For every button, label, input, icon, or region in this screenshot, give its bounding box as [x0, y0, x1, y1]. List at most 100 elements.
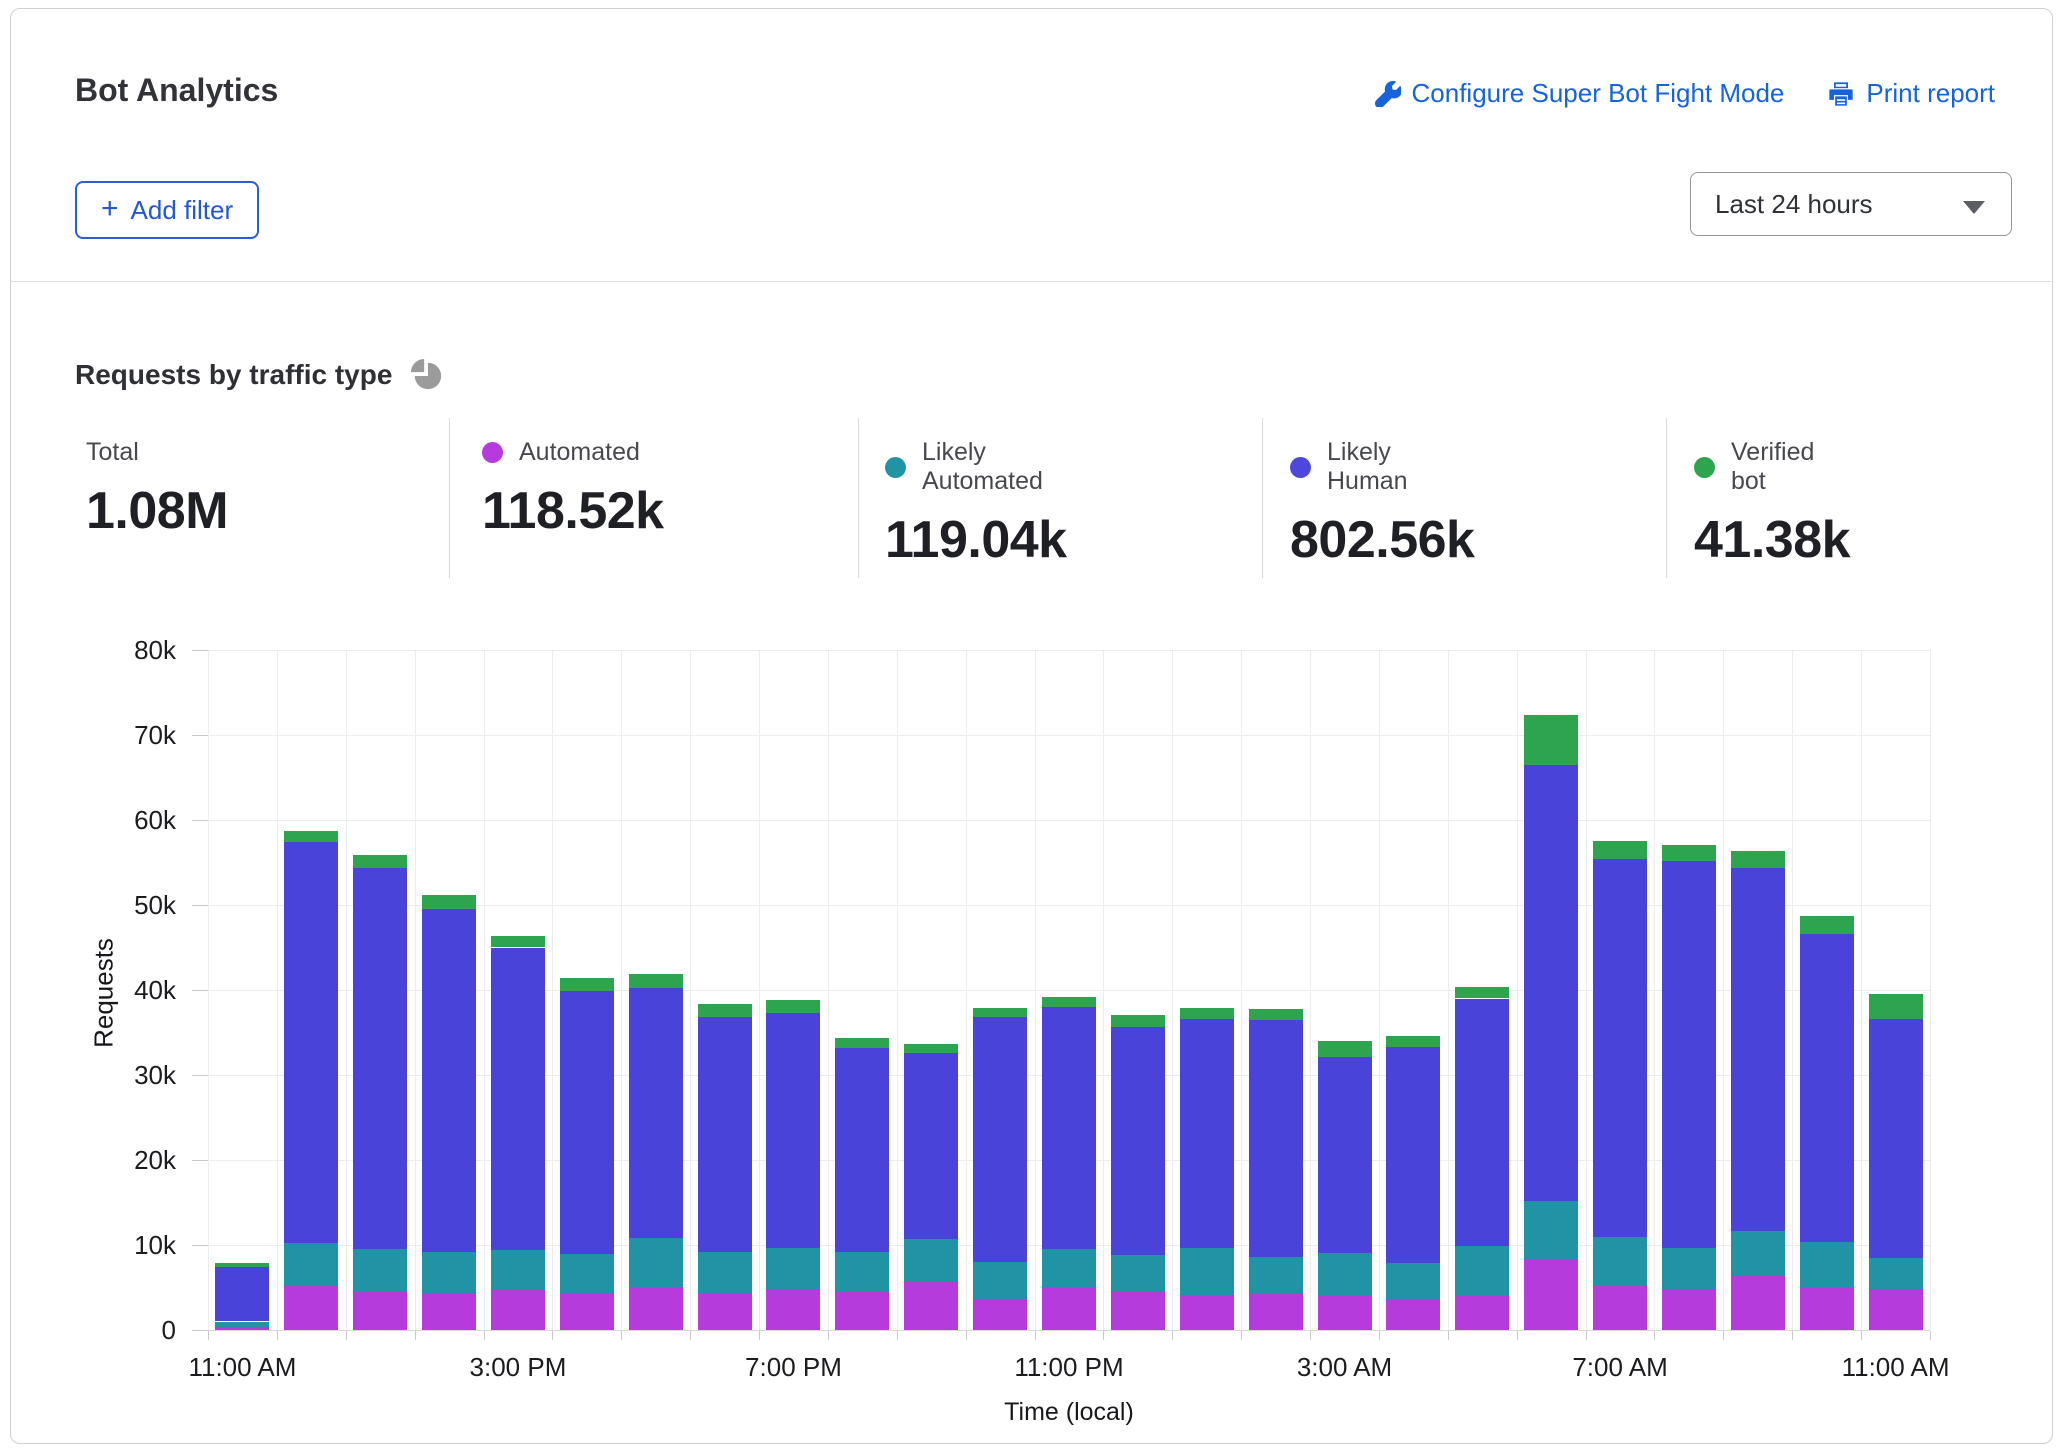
x-tick: [1310, 1331, 1311, 1340]
bar-segment-likely-human: [904, 1053, 958, 1239]
x-tick: [1861, 1331, 1862, 1340]
chart-bar[interactable]: [1386, 1036, 1440, 1330]
gridline-v: [1310, 650, 1311, 1330]
chart-bar[interactable]: [835, 1038, 889, 1330]
gridline-v: [208, 650, 209, 1330]
bar-segment-verified-bot: [1662, 845, 1716, 861]
bar-segment-verified-bot: [1386, 1036, 1440, 1047]
y-tick: [192, 1330, 208, 1331]
gridline-v: [759, 650, 760, 1330]
x-tick: [1792, 1331, 1793, 1340]
bar-segment-likely-human: [1800, 934, 1854, 1243]
gridline-v: [1241, 650, 1242, 1330]
bar-segment-verified-bot: [1042, 997, 1096, 1007]
chart-bar[interactable]: [284, 831, 338, 1330]
y-tick-label: 70k: [106, 720, 176, 751]
bar-segment-likely-automated: [560, 1254, 614, 1293]
x-tick: [1103, 1331, 1104, 1340]
bar-segment-verified-bot: [1111, 1015, 1165, 1027]
gridline-v: [346, 650, 347, 1330]
x-tick-label: 11:00 AM: [1816, 1352, 1976, 1383]
bar-segment-verified-bot: [1800, 916, 1854, 934]
chart-bar[interactable]: [1042, 997, 1096, 1330]
chart-bar[interactable]: [904, 1044, 958, 1330]
bar-segment-likely-automated: [1800, 1242, 1854, 1287]
gridline-v: [1517, 650, 1518, 1330]
x-tick-label: 3:00 PM: [438, 1352, 598, 1383]
chart-bar[interactable]: [1869, 994, 1923, 1330]
x-axis-title: Time (local): [999, 1398, 1139, 1427]
chart-bar[interactable]: [629, 974, 683, 1330]
y-tick: [192, 820, 208, 821]
bar-segment-likely-human: [353, 868, 407, 1249]
gridline-v: [1035, 650, 1036, 1330]
bar-segment-automated: [698, 1293, 752, 1330]
bar-segment-likely-human: [1386, 1047, 1440, 1263]
chart-bar[interactable]: [1662, 845, 1716, 1330]
gridline-v: [1930, 650, 1931, 1330]
y-tick-label: 50k: [106, 890, 176, 921]
bar-segment-automated: [1662, 1289, 1716, 1330]
bar-segment-automated: [215, 1327, 269, 1330]
bar-segment-automated: [1800, 1287, 1854, 1330]
bar-segment-likely-human: [1249, 1020, 1303, 1257]
bar-segment-automated: [353, 1292, 407, 1330]
chart-bar[interactable]: [1455, 987, 1509, 1330]
y-tick: [192, 990, 208, 991]
x-tick-label: 3:00 AM: [1265, 1352, 1425, 1383]
chart-bar[interactable]: [560, 978, 614, 1330]
bar-segment-likely-automated: [284, 1243, 338, 1286]
bar-segment-automated: [1318, 1296, 1372, 1330]
x-tick-label: 11:00 PM: [989, 1352, 1149, 1383]
bar-segment-likely-human: [1111, 1027, 1165, 1256]
bar-segment-verified-bot: [629, 974, 683, 988]
gridline-v: [484, 650, 485, 1330]
y-tick: [192, 1245, 208, 1246]
y-tick-label: 10k: [106, 1230, 176, 1261]
bar-segment-automated: [629, 1287, 683, 1330]
gridline-v: [1861, 650, 1862, 1330]
bar-segment-verified-bot: [1455, 987, 1509, 999]
chart-bar[interactable]: [1318, 1041, 1372, 1330]
chart-bar[interactable]: [1593, 841, 1647, 1330]
bar-segment-verified-bot: [835, 1038, 889, 1048]
y-tick-label: 80k: [106, 635, 176, 666]
gridline-v: [966, 650, 967, 1330]
chart-bar[interactable]: [973, 1008, 1027, 1330]
x-tick: [1930, 1331, 1931, 1340]
bar-segment-likely-human: [491, 948, 545, 1251]
chart-bar[interactable]: [422, 895, 476, 1330]
bar-segment-automated: [835, 1292, 889, 1330]
gridline-v: [415, 650, 416, 1330]
x-tick: [415, 1331, 416, 1340]
gridline-v: [621, 650, 622, 1330]
x-tick: [346, 1331, 347, 1340]
chart-bar[interactable]: [1524, 715, 1578, 1330]
chart-bar[interactable]: [1800, 916, 1854, 1330]
y-tick-label: 20k: [106, 1145, 176, 1176]
bar-segment-likely-human: [766, 1013, 820, 1248]
chart-bar[interactable]: [353, 855, 407, 1330]
bar-segment-likely-automated: [1386, 1263, 1440, 1299]
gridline-v: [828, 650, 829, 1330]
bar-segment-automated: [560, 1293, 614, 1330]
chart-bar[interactable]: [766, 1000, 820, 1330]
chart-bar[interactable]: [1180, 1008, 1234, 1330]
chart-bar[interactable]: [491, 936, 545, 1330]
chart-bar[interactable]: [698, 1004, 752, 1330]
bar-segment-verified-bot: [1593, 841, 1647, 859]
x-tick-label: 11:00 AM: [162, 1352, 322, 1383]
chart-bar[interactable]: [1111, 1015, 1165, 1330]
x-tick: [1172, 1331, 1173, 1340]
chart-bar[interactable]: [1731, 851, 1785, 1330]
bar-segment-likely-human: [284, 842, 338, 1243]
bar-segment-verified-bot: [904, 1044, 958, 1053]
chart-bar[interactable]: [1249, 1009, 1303, 1330]
y-tick: [192, 735, 208, 736]
x-tick: [1517, 1331, 1518, 1340]
bar-segment-automated: [766, 1289, 820, 1330]
bar-segment-likely-automated: [698, 1252, 752, 1294]
chart-bar[interactable]: [215, 1263, 269, 1330]
bar-segment-likely-automated: [1593, 1237, 1647, 1286]
x-tick: [1241, 1331, 1242, 1340]
